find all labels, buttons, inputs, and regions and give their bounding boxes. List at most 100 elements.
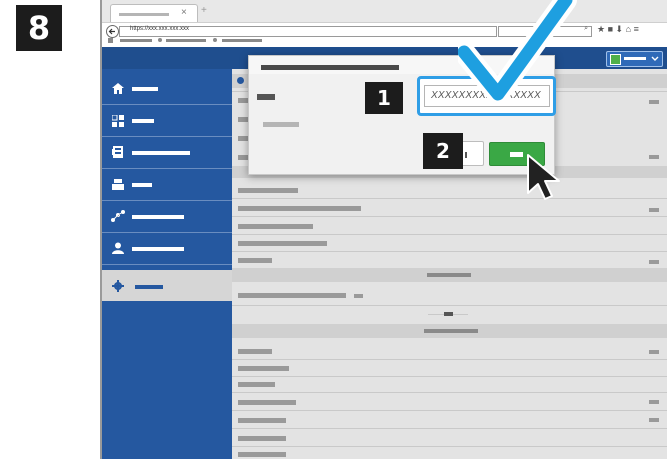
bookmark-item[interactable] — [120, 39, 152, 42]
list-item[interactable] — [238, 349, 272, 354]
callout-badge-1: 1 — [365, 82, 403, 114]
section-header — [232, 268, 667, 282]
row-divider — [232, 216, 667, 217]
list-item[interactable] — [238, 400, 296, 405]
star-icon[interactable]: ★ — [597, 24, 605, 34]
bookmark-item[interactable] — [108, 38, 113, 43]
pager-current — [444, 312, 453, 316]
chevron-down-icon — [651, 56, 659, 61]
mouse-pointer-icon — [527, 154, 560, 200]
browser-tab[interactable]: × — [110, 4, 198, 23]
row-value — [354, 294, 363, 298]
home-icon — [112, 83, 124, 94]
bookmarks-bar — [108, 38, 408, 44]
row-divider — [232, 198, 667, 199]
address-bar[interactable]: https://xxx.xxx.xxx.xxx — [119, 26, 497, 37]
tab-title-placeholder — [119, 13, 169, 16]
sidebar-item-label — [132, 247, 184, 251]
bookmark-item[interactable] — [158, 38, 162, 42]
pager[interactable] — [428, 310, 468, 318]
back-button[interactable] — [106, 25, 119, 38]
list-item[interactable] — [238, 366, 289, 371]
row-divider — [232, 428, 667, 429]
bookmark-item[interactable] — [222, 39, 262, 42]
list-item[interactable] — [238, 136, 248, 141]
sidebar-item-home[interactable] — [102, 73, 232, 105]
download-icon[interactable]: ⬇ — [616, 24, 624, 34]
row-divider — [232, 446, 667, 447]
row-value — [649, 400, 659, 404]
home-icon[interactable]: ⌂ — [626, 24, 631, 34]
list-item[interactable] — [238, 188, 298, 193]
tab-close-icon[interactable]: × — [181, 7, 187, 18]
ok-label-placeholder — [510, 152, 523, 157]
sidebar-item-label — [132, 215, 184, 219]
row-value — [649, 100, 659, 104]
row-value — [649, 155, 659, 159]
bookmark-item[interactable] — [213, 38, 217, 42]
list-item[interactable] — [238, 224, 313, 229]
list-item[interactable] — [238, 418, 286, 423]
bookmark-icon[interactable]: ■ — [608, 24, 613, 34]
back-arrow-icon — [108, 28, 115, 35]
user-icon — [112, 242, 124, 254]
menu-icon[interactable]: ≡ — [634, 24, 639, 34]
callout-badge-2: 2 — [423, 133, 463, 169]
cancel-label-placeholder — [465, 152, 467, 158]
list-item[interactable] — [238, 206, 361, 211]
callout-number: 1 — [377, 86, 391, 110]
sidebar-item-label — [132, 151, 190, 155]
sidebar-item-label — [135, 285, 163, 289]
checkmark-icon — [458, 0, 577, 105]
step-number-badge: 8 — [16, 5, 62, 51]
address-book-icon — [112, 146, 123, 158]
grid-icon — [112, 115, 124, 127]
search-icon: ⌕ — [584, 25, 588, 32]
list-item[interactable] — [238, 258, 272, 263]
row-divider — [232, 234, 667, 235]
gear-icon — [112, 280, 124, 292]
callout-number: 2 — [436, 139, 450, 163]
dialog-title-placeholder — [261, 65, 399, 70]
user-name-placeholder — [624, 57, 646, 60]
new-tab-icon[interactable]: + — [201, 5, 207, 16]
list-item[interactable] — [238, 241, 327, 246]
row-value — [649, 208, 659, 212]
section-title-placeholder — [427, 273, 471, 277]
section-title-placeholder — [424, 329, 478, 333]
row-divider — [232, 392, 667, 393]
row-divider — [232, 359, 667, 360]
printer-tray-icon — [112, 179, 124, 190]
row-value — [649, 260, 659, 264]
gear-icon — [237, 77, 244, 84]
url-text: https://xxx.xxx.xxx.xxx — [130, 26, 190, 32]
list-item[interactable] — [238, 452, 286, 457]
row-divider — [232, 251, 667, 252]
list-item[interactable] — [238, 436, 286, 441]
list-item[interactable] — [238, 117, 248, 122]
list-item[interactable] — [238, 155, 248, 160]
user-menu-button[interactable] — [606, 51, 663, 67]
sidebar-item-label — [132, 87, 158, 91]
sidebar-item-label — [132, 119, 154, 123]
network-icon — [111, 210, 125, 222]
secondary-label-placeholder — [263, 122, 299, 127]
list-item[interactable] — [238, 293, 346, 298]
sidebar-item-system[interactable] — [102, 270, 232, 301]
sidebar-item-label — [132, 183, 152, 187]
sidebar-item-connectivity[interactable] — [102, 201, 232, 233]
row-divider — [232, 305, 667, 306]
row-divider — [232, 410, 667, 411]
sidebar-item-address-book[interactable] — [102, 137, 232, 169]
list-item[interactable] — [238, 98, 248, 103]
user-avatar-icon — [610, 54, 621, 65]
list-item[interactable] — [238, 382, 275, 387]
sidebar-item-apps[interactable] — [102, 105, 232, 137]
sidebar-item-jobs[interactable] — [102, 169, 232, 201]
bookmark-item[interactable] — [166, 39, 206, 42]
sidebar-item-permissions[interactable] — [102, 233, 232, 265]
section-header — [232, 324, 667, 338]
step-number: 8 — [27, 9, 51, 47]
row-value — [649, 418, 659, 422]
field-label-placeholder — [257, 94, 275, 100]
